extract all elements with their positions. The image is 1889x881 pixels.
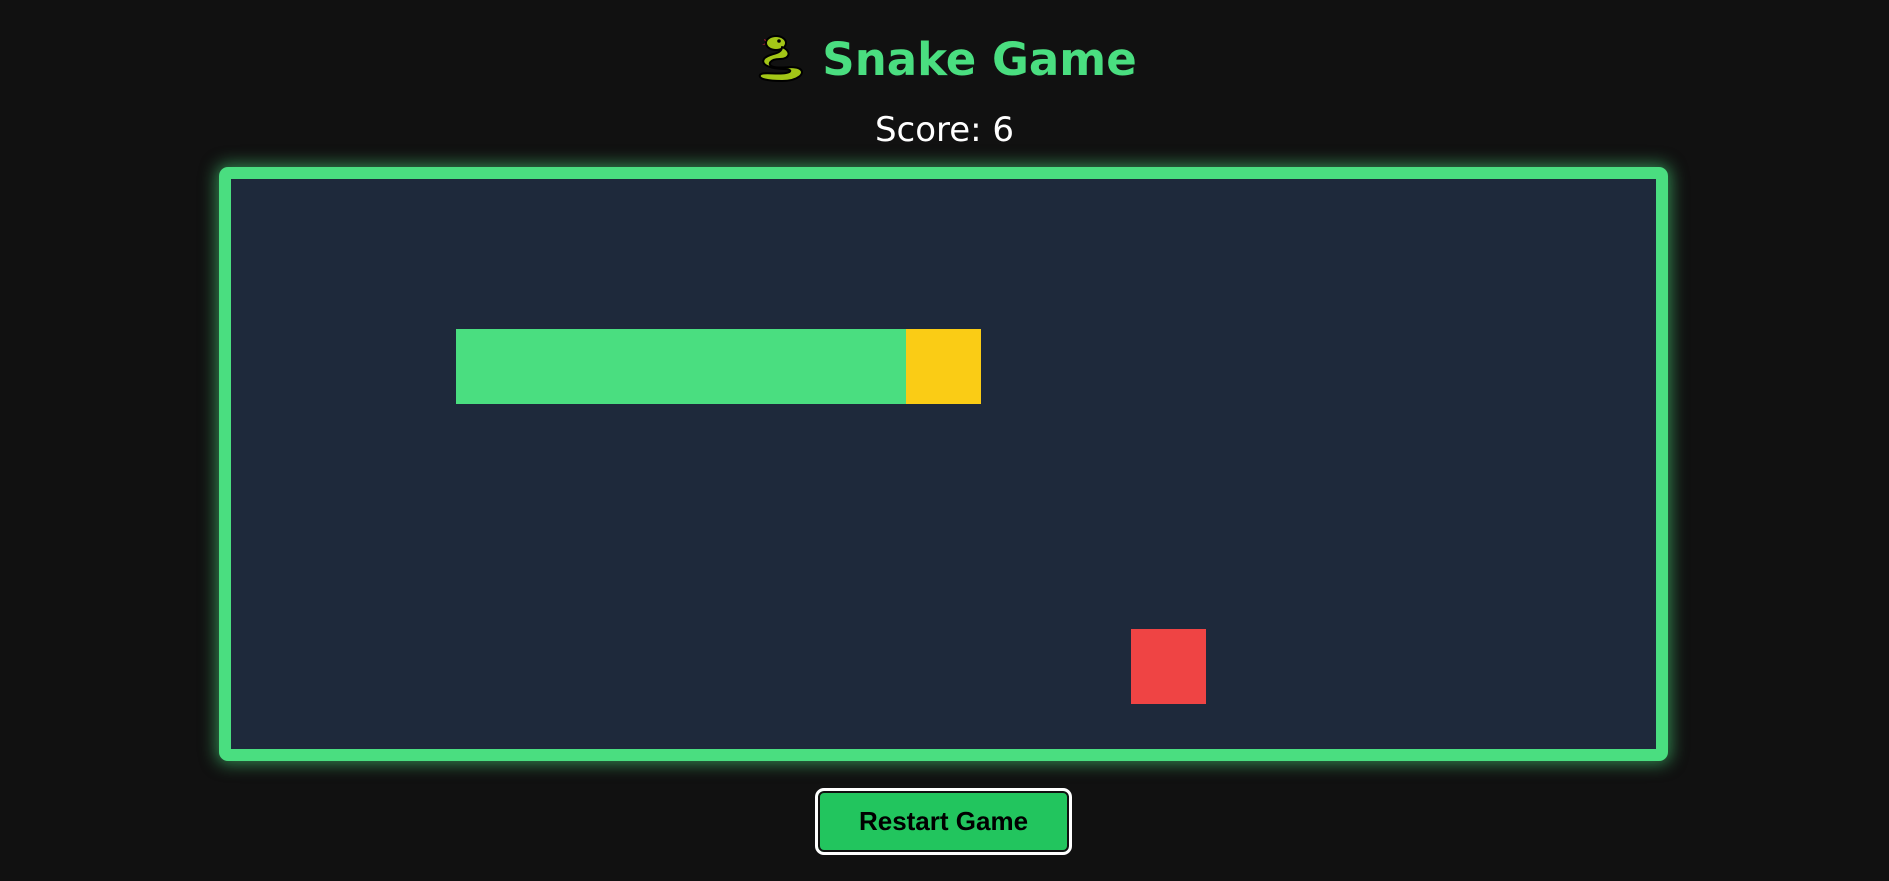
food-item (1131, 629, 1206, 704)
score-display: Score: 6 (874, 110, 1015, 150)
page-title: Snake Game (0, 28, 1889, 92)
snake-body-segment (681, 329, 756, 404)
game-page: Snake Game Score: 6 Restart Game (0, 0, 1889, 881)
snake-body-segment (756, 329, 831, 404)
game-board-frame (219, 167, 1668, 761)
title-text: Snake Game (822, 33, 1137, 86)
snake-body-segment (456, 329, 531, 404)
snake-body-segment (831, 329, 906, 404)
restart-game-button[interactable]: Restart Game (815, 788, 1072, 855)
snake-body-segment (606, 329, 681, 404)
snake-body-segment (531, 329, 606, 404)
snake-icon (759, 35, 804, 82)
snake-head (906, 329, 981, 404)
game-board[interactable] (231, 179, 1656, 749)
